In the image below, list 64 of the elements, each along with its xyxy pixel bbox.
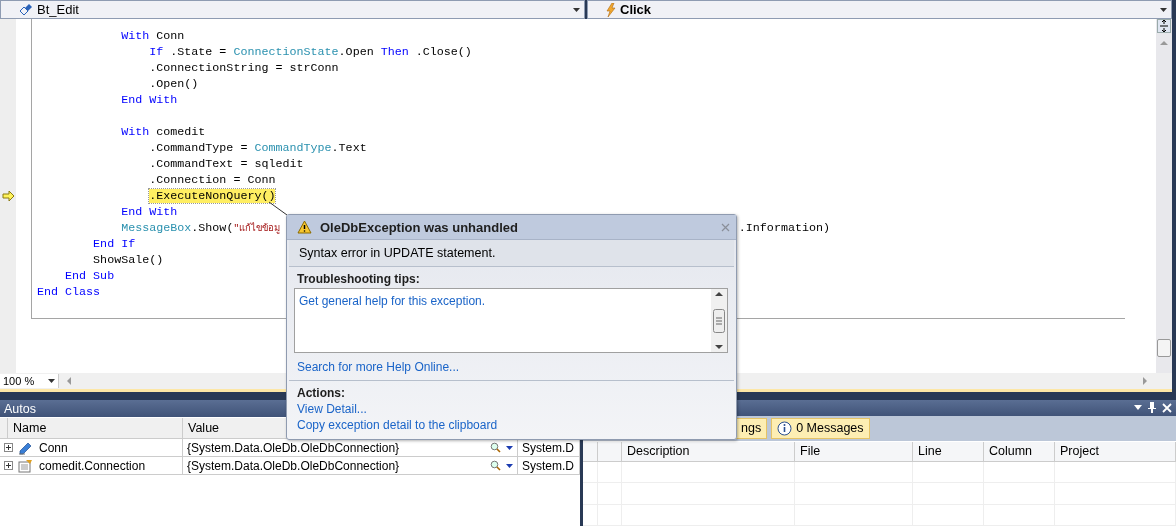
- section-heading: Actions:: [297, 385, 346, 400]
- pin-icon[interactable]: [1148, 402, 1156, 414]
- member-dropdown[interactable]: Bt_Edit: [0, 0, 585, 19]
- code-line: End Class: [37, 284, 101, 300]
- filter-button[interactable]: ngs: [735, 417, 768, 439]
- info-icon: [777, 420, 793, 436]
- leader-line: [268, 201, 288, 216]
- exception-title: OleDbException was unhandled: [320, 219, 519, 235]
- code-line: .Open(): [148, 76, 199, 92]
- warning-icon: [297, 220, 312, 234]
- code-line: .Information): [738, 220, 830, 236]
- exception-message: Syntax error in UPDATE statement.: [289, 240, 734, 267]
- dropdown-caret-icon: [573, 7, 580, 12]
- code-line: .ConnectionString = strConn: [148, 60, 339, 76]
- code-line: With Conn: [120, 28, 185, 44]
- dropdown-caret-icon[interactable]: [506, 445, 513, 450]
- dropdown-caret-icon[interactable]: [506, 463, 513, 468]
- dropdown-caret-icon: [48, 379, 55, 383]
- split-icon[interactable]: [1157, 19, 1171, 33]
- variable-type: System.D: [522, 458, 575, 473]
- code-line: .Connection = Conn: [148, 172, 276, 188]
- column-header[interactable]: Description: [622, 441, 795, 461]
- filter-button[interactable]: 0 Messages: [771, 417, 870, 439]
- column-header[interactable]: File: [795, 441, 913, 461]
- code-line: End With: [120, 204, 178, 220]
- variable-name: Conn: [39, 440, 69, 455]
- property-icon: [18, 458, 34, 473]
- column-header[interactable]: Name: [8, 418, 183, 438]
- panel-title: Autos: [4, 401, 36, 416]
- column-header[interactable]: Column: [984, 441, 1055, 461]
- member-dropdown[interactable]: Click: [587, 0, 1172, 19]
- help-link[interactable]: Search for more Help Online...: [297, 360, 460, 374]
- code-line: If .State = ConnectionState.Open Then .Close(): [148, 44, 472, 60]
- code-line: ShowSale(): [92, 252, 164, 268]
- help-link[interactable]: Get general help for this exception.: [299, 294, 486, 308]
- scroll-up-icon[interactable]: [715, 291, 723, 296]
- dropdown-caret-icon[interactable]: [1134, 405, 1142, 411]
- scroll-thumb[interactable]: [1157, 339, 1171, 357]
- column-header[interactable]: Project: [1055, 441, 1176, 461]
- variable-value: {System.Data.OleDb.OleDbConnection}: [187, 458, 401, 473]
- code-line: .CommandType = CommandType.Text: [148, 140, 367, 156]
- dropdown-caret-icon: [1160, 7, 1167, 12]
- action-link[interactable]: Copy exception detail to the clipboard: [297, 418, 498, 432]
- code-line: End Sub: [64, 268, 115, 284]
- action-link[interactable]: View Detail...: [297, 402, 367, 416]
- code-line: End With: [120, 92, 178, 108]
- lightning-icon: [606, 2, 616, 17]
- code-line: End If: [92, 236, 136, 252]
- code-line: With comedit: [120, 124, 206, 140]
- section-heading: Troubleshooting tips:: [297, 271, 421, 286]
- magnifier-icon[interactable]: [490, 442, 501, 453]
- scroll-down-icon[interactable]: [715, 345, 723, 350]
- scroll-thumb[interactable]: [713, 308, 725, 333]
- expand-icon[interactable]: [4, 461, 13, 470]
- magnifier-icon[interactable]: [490, 460, 501, 471]
- code-line: MessageBox.Show("แก้ไขข้อมู: [120, 219, 281, 237]
- expand-icon[interactable]: [4, 443, 13, 452]
- variable-name: comedit.Connection: [39, 458, 147, 473]
- column-header[interactable]: Line: [913, 441, 984, 461]
- code-line: .CommandText = sqledit: [148, 156, 304, 172]
- variable-type: System.D: [522, 440, 575, 455]
- variable-value: {System.Data.OleDb.OleDbConnection}: [187, 440, 401, 455]
- zoom-dropdown[interactable]: 100 %: [0, 374, 59, 388]
- member-icon: [19, 3, 33, 16]
